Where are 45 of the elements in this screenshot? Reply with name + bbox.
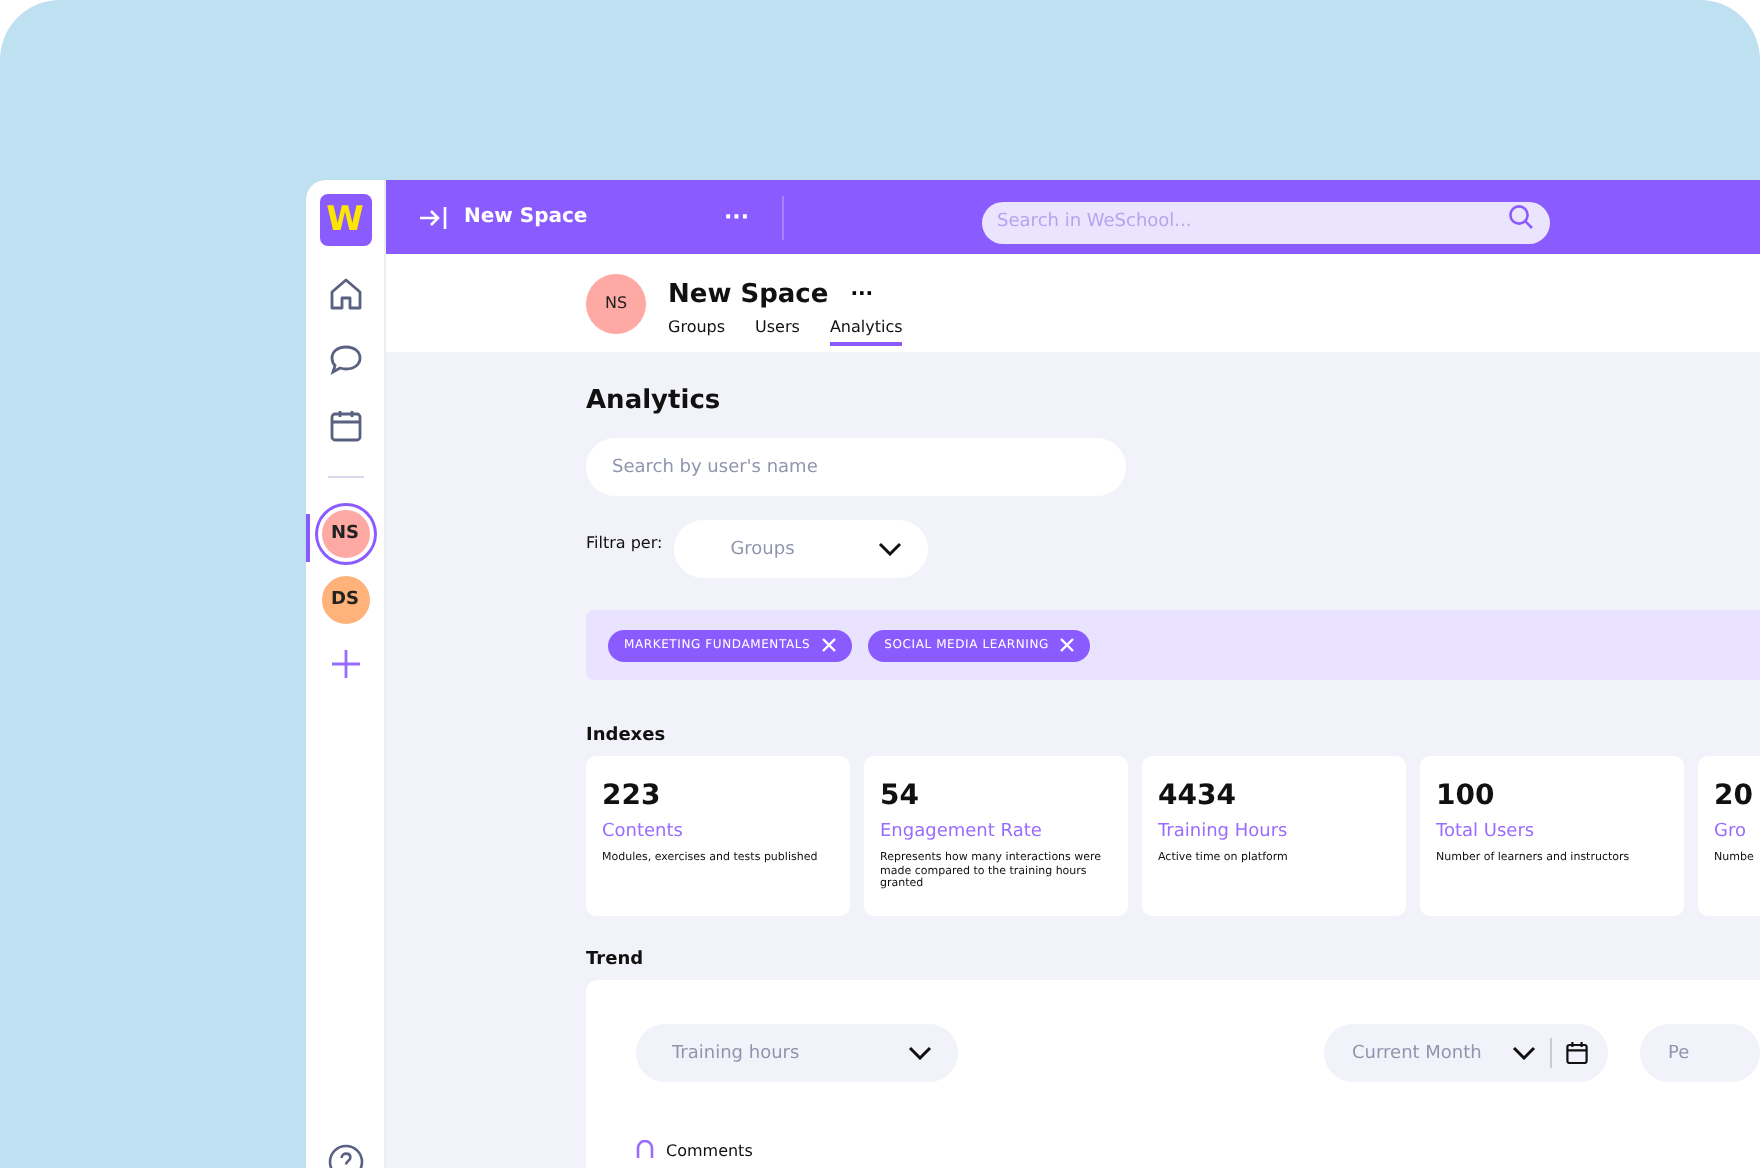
period-dropdown[interactable]: Current Month <box>1324 1024 1608 1082</box>
legend-label: Comments <box>666 1141 753 1159</box>
chat-icon[interactable] <box>327 342 363 378</box>
close-icon[interactable] <box>822 638 837 652</box>
more-options[interactable]: ··· <box>724 204 750 230</box>
tab[interactable]: Users <box>755 318 800 346</box>
section-title: Indexes <box>586 726 668 746</box>
chevron-icon <box>1512 1046 1536 1060</box>
space-title: New Space <box>668 280 829 310</box>
index-value: 4434 <box>1158 780 1238 812</box>
index-label: Training Hours <box>1158 822 1290 842</box>
home-icon[interactable] <box>327 276 363 312</box>
space-name: New Space <box>464 206 590 228</box>
page-title: Analytics <box>586 386 723 416</box>
more-options[interactable]: ··· <box>850 284 874 306</box>
space-avatar: NS <box>586 273 646 333</box>
tab[interactable]: Groups <box>668 318 726 346</box>
section-title: Trend <box>586 950 646 970</box>
space-avatar[interactable]: NS <box>317 506 373 562</box>
expand-icon[interactable] <box>420 205 448 229</box>
close-icon[interactable] <box>1060 638 1075 652</box>
index-label: Contents <box>602 822 685 842</box>
index-value: 100 <box>1436 780 1497 812</box>
index-label: Engagement Rate <box>880 822 1044 842</box>
tab[interactable]: Analytics <box>829 318 903 346</box>
calendar-icon[interactable] <box>1566 1042 1588 1064</box>
chevron-icon <box>878 542 903 556</box>
search-icon[interactable] <box>1507 204 1534 230</box>
search-field[interactable]: Search in WeSchool... <box>981 201 1550 243</box>
search-field[interactable]: Search by user's name <box>586 438 1126 496</box>
logo-icon[interactable]: W <box>319 194 371 246</box>
index-label: Gro <box>1714 822 1748 842</box>
add-icon[interactable] <box>331 650 359 678</box>
index-value: 223 <box>602 780 663 812</box>
filter-label: Filtra per: <box>586 534 663 552</box>
space-avatar[interactable]: DS <box>317 572 373 628</box>
calendar-icon[interactable] <box>327 408 363 444</box>
legend-marker-icon <box>636 1140 654 1160</box>
index-value: 54 <box>880 780 921 812</box>
index-value: 20 <box>1714 780 1755 812</box>
index-label: Total Users <box>1436 822 1537 842</box>
metric-dropdown[interactable]: Training hours <box>636 1024 958 1082</box>
dropdown[interactable]: Pe <box>1640 1024 1760 1082</box>
chevron-icon <box>908 1046 932 1060</box>
groups-dropdown[interactable]: Groups <box>674 520 929 578</box>
